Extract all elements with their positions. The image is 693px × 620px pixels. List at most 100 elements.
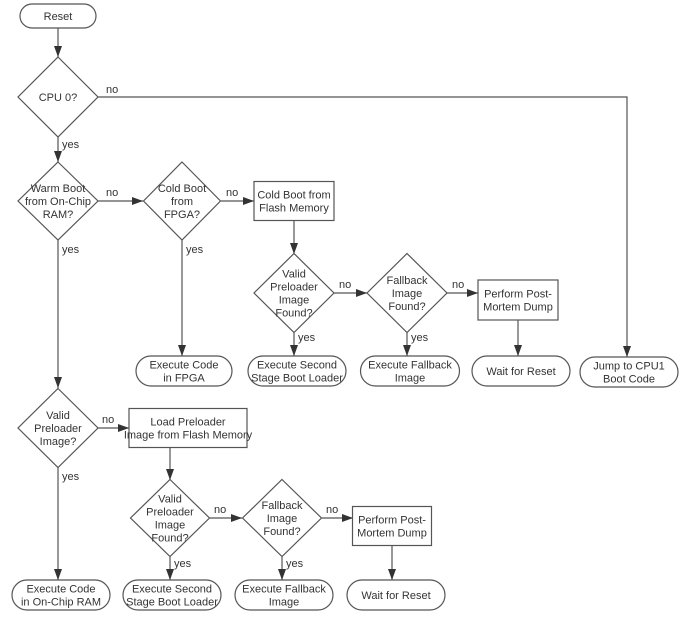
exec-fallback-2-terminal: Execute FallbackImage [234, 579, 334, 611]
node-label: Execute Second [257, 360, 337, 372]
warm-boot-decision: Warm Bootfrom On-ChipRAM? [17, 161, 99, 241]
node-label: Mortem Dump [483, 302, 553, 314]
yes-label: yes [286, 558, 304, 570]
node-label: Cold Boot from [257, 190, 330, 202]
cold-flash-process: Cold Boot fromFlash Memory [253, 180, 335, 222]
node-label: Warm Boot [31, 183, 86, 195]
node-label: Valid [282, 269, 306, 281]
node-label: Cold Boot [158, 183, 206, 195]
exec-fallback-1-terminal: Execute FallbackImage [359, 355, 461, 387]
valid-found-1-decision: ValidPreloaderImageFound? [253, 252, 335, 334]
node-label: Execute Fallback [242, 584, 326, 596]
arrowhead [623, 346, 631, 357]
fallback-2-decision: FallbackImageFound? [241, 478, 323, 558]
node-label: Execute Second [132, 584, 212, 596]
no-label: no [339, 279, 351, 291]
arrowhead [231, 514, 242, 522]
yes-label: yes [62, 471, 80, 483]
load-preloader-process: Load PreloaderImage from Flash Memory [124, 407, 253, 449]
yes-label: yes [62, 139, 80, 151]
arrowhead [54, 569, 62, 580]
node-label: Wait for Reset [486, 366, 555, 378]
arrowhead [54, 46, 62, 57]
node-label: Preloader [34, 423, 82, 435]
exec-second-2-terminal: Execute SecondStage Boot Loader [122, 579, 222, 611]
node-label: Valid [46, 410, 70, 422]
node-label: Image [392, 288, 423, 300]
arrowhead [166, 469, 174, 480]
node-label: Image? [40, 436, 77, 448]
node-label: Stage Boot Loader [126, 597, 218, 609]
arrowhead [342, 514, 353, 522]
yes-label: yes [62, 244, 80, 256]
cold-fpga-decision: Cold BootfromFPGA? [142, 161, 222, 241]
node-label: in On-Chip RAM [21, 597, 101, 609]
wait-1-terminal: Wait for Reset [471, 355, 571, 387]
node-label: Flash Memory [259, 203, 329, 215]
yes-label: yes [186, 244, 204, 256]
valid-found-2-decision: ValidPreloaderImageFound? [129, 478, 211, 558]
exec-second-1-terminal: Execute SecondStage Boot Loader [247, 355, 347, 387]
node-label: Execute Fallback [368, 360, 452, 372]
postmortem-1-process: Perform Post-Mortem Dump [477, 279, 559, 321]
node-label: Boot Code [603, 374, 655, 386]
node-label: CPU 0? [39, 92, 78, 104]
arrowhead [290, 345, 298, 356]
node-label: Valid [158, 494, 182, 506]
node-label: Jump to CPU1 [593, 361, 665, 373]
node-label: Execute Code [26, 584, 95, 596]
node-label: Execute Code [149, 360, 218, 372]
reset-terminal: Reset [19, 3, 97, 29]
arrowhead [467, 289, 478, 297]
node-label: Perform Post- [358, 515, 426, 527]
arrowhead [54, 151, 62, 162]
arrowhead [356, 289, 367, 297]
node-label: Stage Boot Loader [251, 373, 343, 385]
node-label: Found? [263, 526, 300, 538]
postmortem-2-process: Perform Post-Mortem Dump [351, 505, 433, 547]
arrowhead [388, 569, 396, 580]
node-label: Preloader [270, 282, 318, 294]
yes-label: yes [411, 332, 429, 344]
no-label: no [102, 414, 114, 426]
no-label: no [226, 187, 238, 199]
arrowhead [54, 377, 62, 388]
arrowhead [403, 345, 411, 356]
no-label: no [452, 279, 464, 291]
wait-2-terminal: Wait for Reset [346, 579, 446, 611]
yes-label: yes [174, 558, 192, 570]
valid-image-decision: ValidPreloaderImage? [17, 387, 99, 469]
node-label: Fallback [262, 500, 303, 512]
node-label: RAM? [43, 209, 74, 221]
node-label: Found? [151, 533, 188, 545]
no-label: no [326, 504, 338, 516]
cpu0-decision: CPU 0? [17, 56, 99, 138]
node-label: Reset [44, 11, 73, 23]
node-label: Found? [275, 308, 312, 320]
node-label: in FPGA [163, 373, 205, 385]
node-label: from [171, 196, 193, 208]
jump-cpu1-terminal: Jump to CPU1Boot Code [579, 356, 679, 388]
no-label: no [106, 84, 118, 96]
arrowhead [514, 345, 522, 356]
arrowhead [132, 197, 143, 205]
node-label: Image [155, 520, 186, 532]
node-label: Image [267, 513, 298, 525]
yes-label: yes [298, 332, 316, 344]
boot-flowchart: no yes no no no no yes yes yes yes no yes no no yes yes… [11, 3, 679, 611]
node-label: Found? [388, 301, 425, 313]
node-label: Mortem Dump [357, 528, 427, 540]
arrowhead [278, 569, 286, 580]
node-label: Image [279, 295, 310, 307]
node-label: Image [269, 597, 300, 609]
exec-ram-terminal: Execute Codein On-Chip RAM [11, 579, 111, 611]
arrowhead [290, 243, 298, 254]
node-label: Image [395, 373, 426, 385]
node-label: from On-Chip [25, 196, 91, 208]
node-label: FPGA? [164, 209, 200, 221]
node-label: Load Preloader [150, 417, 226, 429]
arrowhead [166, 569, 174, 580]
node-label: Image from Flash Memory [124, 430, 253, 442]
no-label: no [214, 504, 226, 516]
no-label: no [106, 187, 118, 199]
